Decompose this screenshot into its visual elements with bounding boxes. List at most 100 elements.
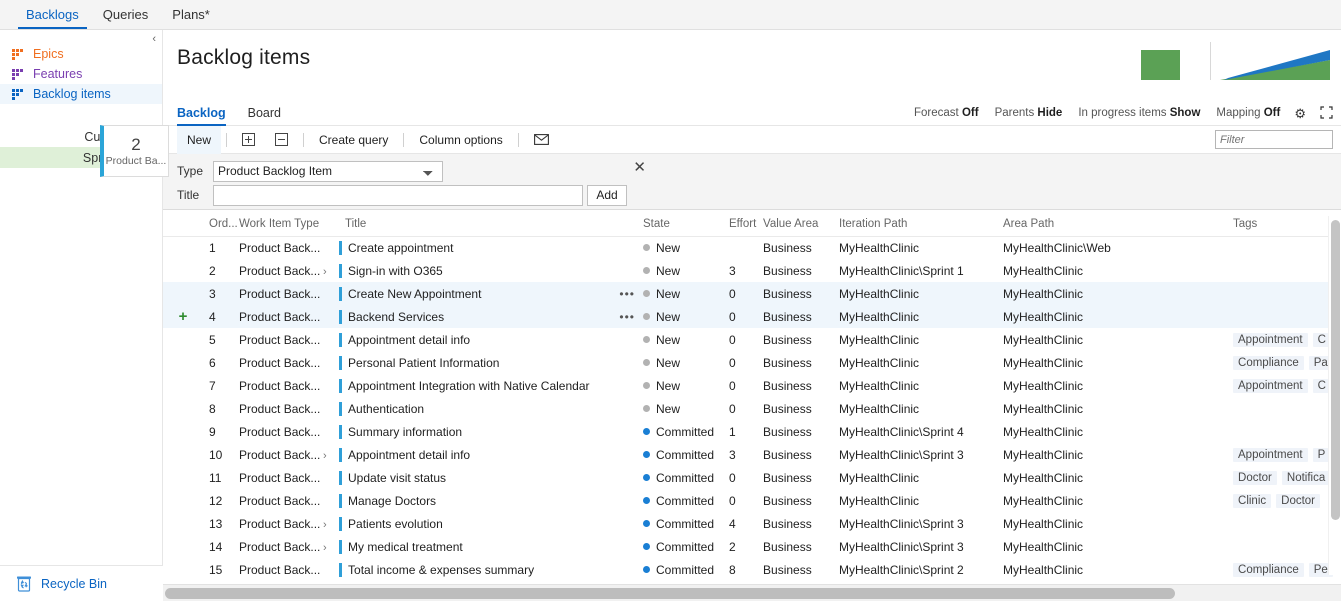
table-row[interactable]: 8 Product Back... Authentication New 0 Busine… xyxy=(163,397,1341,420)
view-option-mapping[interactable]: Mapping Off xyxy=(1216,107,1280,119)
row-context-menu-icon[interactable]: ••• xyxy=(619,287,643,301)
column-header-value-area[interactable]: Value Area xyxy=(763,212,840,237)
backlog-grid-container: Ord... Work Item Type Title State Effort… xyxy=(163,212,1341,583)
cell-area-path: MyHealthClinic\Web xyxy=(1003,240,1111,255)
add-child-icon[interactable]: + xyxy=(163,309,203,324)
column-header-tags[interactable]: Tags xyxy=(1233,212,1341,237)
table-row[interactable]: 1 Product Back... Create appointment New Bus… xyxy=(163,236,1341,259)
table-row[interactable]: 2 Product Back... › Sign-in with O365 New 3 Bu… xyxy=(163,259,1341,282)
column-options-button[interactable]: Column options xyxy=(409,126,512,154)
gear-icon[interactable]: ⚙ xyxy=(1294,107,1306,120)
table-row[interactable]: 3 Product Back... Create New Appointment ••… xyxy=(163,282,1341,305)
sprint-capacity-card[interactable]: 2 Product Ba... xyxy=(100,125,169,177)
column-header-iteration-path[interactable]: Iteration Path xyxy=(839,212,1004,237)
tag-chip[interactable]: Doctor xyxy=(1233,471,1277,485)
tag-chip[interactable]: Compliance xyxy=(1233,356,1304,370)
table-row[interactable]: 5 Product Back... Appointment detail info N… xyxy=(163,328,1341,351)
collapse-all-button[interactable] xyxy=(265,126,298,154)
chevron-right-icon[interactable]: › xyxy=(323,266,327,278)
table-row[interactable]: 13 Product Back... › Patients evolution Comm… xyxy=(163,512,1341,535)
work-item-title-link[interactable]: Create New Appointment xyxy=(348,287,481,301)
work-item-title-link[interactable]: Patients evolution xyxy=(348,517,443,531)
table-row[interactable]: 9 Product Back... Summary information Commi… xyxy=(163,420,1341,443)
column-header-title[interactable]: Title xyxy=(339,212,644,237)
cell-state: Committed xyxy=(643,443,729,466)
expand-all-button[interactable] xyxy=(232,126,265,154)
sidebar-item-features[interactable]: Features xyxy=(0,64,162,84)
tab-backlogs[interactable]: Backlogs xyxy=(14,0,91,29)
column-header-work-item-type[interactable]: Work Item Type xyxy=(239,212,340,237)
work-item-title-link[interactable]: Summary information xyxy=(348,425,462,439)
cell-tags xyxy=(1233,305,1341,328)
chevron-right-icon[interactable]: › xyxy=(323,542,327,554)
close-icon[interactable]: ✕ xyxy=(633,160,646,175)
state-label: New xyxy=(656,401,681,416)
grid-vertical-scroll-thumb[interactable] xyxy=(1331,220,1340,520)
column-header-effort[interactable]: Effort xyxy=(729,212,764,237)
search-input[interactable] xyxy=(1220,133,1341,146)
filter-box[interactable] xyxy=(1215,130,1341,149)
chevron-right-icon[interactable]: › xyxy=(323,519,327,531)
new-button[interactable]: New xyxy=(177,125,222,154)
tab-board[interactable]: Board xyxy=(248,100,281,126)
cell-value-area: Business xyxy=(763,309,812,324)
collapse-sidebar-icon[interactable]: ‹ xyxy=(152,34,156,45)
tab-plans[interactable]: Plans* xyxy=(160,0,222,29)
tag-chip[interactable]: Clinic xyxy=(1233,494,1272,508)
work-item-title-link[interactable]: Appointment Integration with Native Cale… xyxy=(348,379,589,393)
tag-chip[interactable]: Appointment xyxy=(1233,448,1308,462)
work-item-title-link[interactable]: Total income & expenses summary xyxy=(348,563,534,577)
sidebar-item-epics[interactable]: Epics xyxy=(0,44,162,64)
cell-effort: 0 xyxy=(729,309,736,324)
tag-chip[interactable]: Notifica xyxy=(1281,471,1331,485)
work-item-title-link[interactable]: Personal Patient Information xyxy=(348,356,499,370)
work-item-title-link[interactable]: Backend Services xyxy=(348,310,444,324)
table-row[interactable]: 16Product Back...›Summary patient inform… xyxy=(163,581,1341,583)
tag-chip[interactable]: Appointment xyxy=(1233,379,1308,393)
column-header-order[interactable]: Ord... xyxy=(203,212,239,237)
work-item-title-link[interactable]: Manage Doctors xyxy=(348,494,436,508)
grid-vertical-scrollbar[interactable] xyxy=(1328,216,1341,575)
chevron-right-icon[interactable]: › xyxy=(323,450,327,462)
velocity-bar-shape xyxy=(1140,50,1180,80)
table-row[interactable]: 14 Product Back... › My medical treatment Co… xyxy=(163,535,1341,558)
table-row[interactable]: 6 Product Back... Personal Patient Informa… xyxy=(163,351,1341,374)
column-header-state[interactable]: State xyxy=(643,212,730,237)
tab-queries[interactable]: Queries xyxy=(91,0,161,29)
horizontal-scroll-thumb[interactable] xyxy=(165,588,1175,599)
add-button[interactable]: Add xyxy=(587,184,627,206)
work-item-title-link[interactable]: My medical treatment xyxy=(348,540,463,554)
new-item-title-input[interactable] xyxy=(213,184,583,206)
velocity-chart-widget[interactable] xyxy=(1118,40,1202,80)
fullscreen-icon[interactable] xyxy=(1320,105,1333,121)
view-option-in-progress-items[interactable]: In progress items Show xyxy=(1078,107,1200,119)
table-row[interactable]: 12 Product Back... Manage Doctors Committed… xyxy=(163,489,1341,512)
view-option-forecast[interactable]: Forecast Off xyxy=(914,107,979,119)
table-row[interactable]: 15 Product Back... Total income & expenses… xyxy=(163,558,1341,581)
work-item-title-link[interactable]: Create appointment xyxy=(348,241,453,255)
horizontal-scrollbar[interactable] xyxy=(163,584,1341,601)
sidebar-item-backlog-items[interactable]: Backlog items xyxy=(0,84,162,104)
tag-chip[interactable]: Appointment xyxy=(1233,333,1308,347)
work-item-title-link[interactable]: Authentication xyxy=(348,402,424,416)
sprint-card-label: Product Ba... xyxy=(105,154,167,167)
column-header-area-path[interactable]: Area Path xyxy=(1003,212,1234,237)
email-button[interactable] xyxy=(524,126,559,154)
tab-backlog[interactable]: Backlog xyxy=(177,100,226,126)
table-row[interactable]: 11 Product Back... Update visit status Comm… xyxy=(163,466,1341,489)
view-option-parents[interactable]: Parents Hide xyxy=(995,107,1063,119)
tag-chip[interactable]: Compliance xyxy=(1233,563,1304,577)
work-item-title-link[interactable]: Appointment detail info xyxy=(348,333,470,347)
table-row[interactable]: +4 Product Back... Backend Services ••• New 0… xyxy=(163,305,1341,328)
table-row[interactable]: 7 Product Back... Appointment Integration … xyxy=(163,374,1341,397)
work-item-title-link[interactable]: Sign-in with O365 xyxy=(348,264,443,278)
tag-chip[interactable]: Doctor xyxy=(1276,494,1321,508)
create-query-button[interactable]: Create query xyxy=(309,126,398,154)
row-context-menu-icon[interactable]: ••• xyxy=(619,310,643,324)
work-item-title-link[interactable]: Update visit status xyxy=(348,471,446,485)
table-row[interactable]: 10 Product Back... › Appointment detail inf… xyxy=(163,443,1341,466)
work-item-title-link[interactable]: Appointment detail info xyxy=(348,448,470,462)
cumulative-flow-widget[interactable] xyxy=(1219,40,1331,80)
recycle-bin-link[interactable]: Recycle Bin xyxy=(0,565,163,601)
work-item-type-select[interactable]: Product Backlog Item Bug Feature Epic xyxy=(213,160,443,182)
